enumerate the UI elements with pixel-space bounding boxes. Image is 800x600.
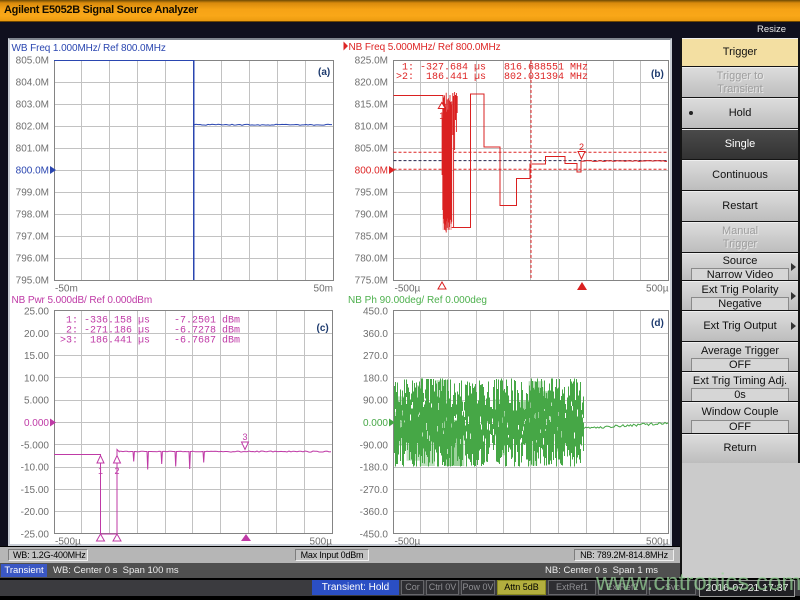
svg-text:10.00: 10.00: [24, 373, 49, 384]
svg-text:815.0M: 815.0M: [355, 100, 388, 111]
svg-text:1: 1: [98, 466, 103, 476]
svg-text:5.000: 5.000: [24, 396, 49, 407]
svg-text:-25.00: -25.00: [21, 530, 50, 541]
svg-text:20.00: 20.00: [24, 329, 49, 340]
svg-text:-90.00: -90.00: [360, 440, 389, 451]
svg-text:775.0M: 775.0M: [355, 276, 388, 287]
svg-text:780.0M: 780.0M: [355, 254, 388, 265]
svg-text:805.0M: 805.0M: [16, 56, 49, 67]
svg-text:-10.00: -10.00: [21, 463, 50, 474]
svg-text:801.0M: 801.0M: [16, 144, 49, 155]
svg-text:50m: 50m: [314, 284, 333, 295]
svg-text:820.0M: 820.0M: [355, 78, 388, 89]
svg-text:270.0: 270.0: [363, 351, 388, 362]
svg-text:-450.0: -450.0: [360, 530, 389, 541]
svg-text:804.0M: 804.0M: [16, 78, 49, 89]
svg-text:1: 1: [439, 111, 444, 121]
svg-text:795.0M: 795.0M: [16, 276, 49, 287]
svg-text:803.0M: 803.0M: [16, 100, 49, 111]
svg-text:-360.0: -360.0: [360, 507, 389, 518]
svg-text:800.0M: 800.0M: [16, 166, 49, 177]
svg-text:>3: 186.441 µs -6.7687 dBm: >3: 186.441 µs -6.7687 dBm: [60, 335, 240, 347]
svg-text:>2: 186.441 µs 802.031394 M: >2: 186.441 µs 802.031394 MHz: [396, 72, 588, 83]
svg-text:25.00: 25.00: [24, 307, 49, 318]
svg-text:0.000: 0.000: [24, 418, 49, 429]
svg-text:795.0M: 795.0M: [355, 188, 388, 199]
svg-text:WB Freq 1.000MHz/ Ref 800.0MHz: WB Freq 1.000MHz/ Ref 800.0MHz: [12, 43, 166, 54]
svg-text:-270.0: -270.0: [360, 485, 389, 496]
svg-text:180.0: 180.0: [363, 373, 388, 384]
svg-text:825.0M: 825.0M: [355, 56, 388, 67]
svg-text:810.0M: 810.0M: [355, 122, 388, 133]
svg-text:-50m: -50m: [55, 284, 78, 295]
svg-text:798.0M: 798.0M: [16, 210, 49, 221]
svg-text:-20.00: -20.00: [21, 507, 50, 518]
svg-text:15.00: 15.00: [24, 351, 49, 362]
svg-text:0.000: 0.000: [363, 418, 388, 429]
svg-text:-5.000: -5.000: [21, 440, 50, 451]
svg-text:799.0M: 799.0M: [16, 188, 49, 199]
svg-text:797.0M: 797.0M: [16, 232, 49, 243]
svg-text:360.0: 360.0: [363, 329, 388, 340]
svg-text:805.0M: 805.0M: [355, 144, 388, 155]
svg-text:(b): (b): [651, 69, 664, 80]
svg-text:NB Ph 90.00deg/ Ref 0.000deg: NB Ph 90.00deg/ Ref 0.000deg: [348, 295, 487, 306]
svg-text:NB Pwr 5.000dB/ Ref 0.000dBm: NB Pwr 5.000dB/ Ref 0.000dBm: [12, 295, 153, 306]
svg-text:800.0M: 800.0M: [355, 166, 388, 177]
svg-text:450.0: 450.0: [363, 307, 388, 318]
svg-text:802.0M: 802.0M: [16, 122, 49, 133]
svg-text:785.0M: 785.0M: [355, 232, 388, 243]
svg-text:-180.0: -180.0: [360, 463, 389, 474]
svg-text:(d): (d): [651, 318, 664, 329]
svg-text:(a): (a): [318, 67, 330, 78]
svg-text:NB Freq 5.000MHz/ Ref 800.0MHz: NB Freq 5.000MHz/ Ref 800.0MHz: [349, 42, 501, 53]
svg-text:-15.00: -15.00: [21, 485, 50, 496]
svg-text:3: 3: [242, 432, 247, 442]
svg-text:90.00: 90.00: [363, 396, 388, 407]
svg-text:790.0M: 790.0M: [355, 210, 388, 221]
svg-text:2: 2: [114, 466, 119, 476]
svg-text:(c): (c): [317, 323, 329, 334]
svg-text:-500µ: -500µ: [395, 284, 421, 295]
svg-text:2: 2: [579, 142, 584, 152]
svg-text:500µ: 500µ: [646, 284, 669, 295]
svg-text:796.0M: 796.0M: [16, 254, 49, 265]
